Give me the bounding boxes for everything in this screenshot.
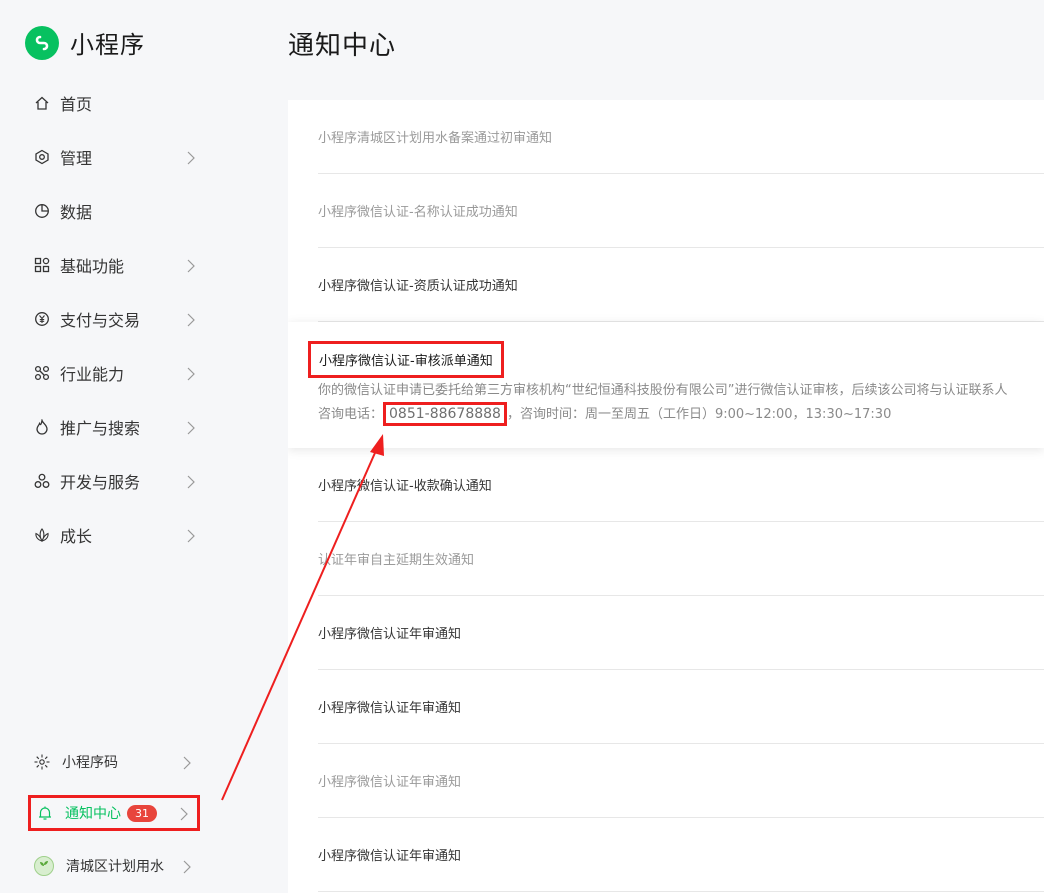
phone-number-highlighted: 0851-88678888 bbox=[383, 402, 507, 426]
sidebar: 小程序 首页 管理 数据 基础功能 支付与交易 行业能力 推广与搜索 开发与服务… bbox=[0, 0, 230, 893]
notification-title: 小程序清城区计划用水备案通过初审通知 bbox=[318, 131, 553, 146]
miniprogram-logo-icon bbox=[25, 25, 59, 60]
notification-title: 小程序微信认证年审通知 bbox=[318, 627, 462, 642]
manage-icon bbox=[34, 149, 50, 165]
sidebar-item-notifications[interactable]: 通知中心 31 bbox=[28, 795, 200, 831]
qrcode-sun-icon bbox=[34, 754, 50, 770]
home-icon bbox=[34, 95, 50, 111]
lotus-icon bbox=[34, 527, 50, 543]
sidebar-item-label: 推广与搜索 bbox=[60, 419, 141, 438]
sidebar-item-account[interactable]: 清城区计划用水 bbox=[28, 848, 200, 884]
notification-item[interactable]: 小程序微信认证年审通知 bbox=[318, 670, 1044, 744]
sidebar-item-data[interactable]: 数据 bbox=[34, 196, 204, 226]
flame-icon bbox=[34, 419, 50, 435]
sidebar-item-label: 基础功能 bbox=[60, 257, 125, 276]
sidebar-item-payment[interactable]: 支付与交易 bbox=[34, 304, 204, 334]
chevron-right-icon bbox=[182, 756, 192, 774]
notification-item[interactable]: 小程序清城区计划用水备案通过初审通知 bbox=[318, 100, 1044, 174]
sidebar-item-qrcode[interactable]: 小程序码 bbox=[28, 744, 200, 780]
chevron-right-icon bbox=[186, 474, 196, 493]
sidebar-item-label: 通知中心 bbox=[65, 806, 121, 822]
chevron-right-icon bbox=[186, 528, 196, 547]
notification-title: 小程序微信认证-名称认证成功通知 bbox=[318, 205, 518, 220]
notification-title-highlighted: 小程序微信认证-审核派单通知 bbox=[308, 341, 504, 378]
chevron-right-icon bbox=[186, 366, 196, 385]
notification-title: 认证年审自主延期生效通知 bbox=[318, 553, 475, 568]
notification-item[interactable]: 小程序微信认证年审通知 bbox=[318, 818, 1044, 892]
industry-icon bbox=[34, 365, 50, 381]
sidebar-item-label: 成长 bbox=[60, 527, 93, 546]
page-title: 通知中心 bbox=[288, 31, 397, 61]
brand-name: 小程序 bbox=[70, 31, 145, 59]
notification-title: 小程序微信认证年审通知 bbox=[318, 849, 462, 864]
notification-item[interactable]: 认证年审自主延期生效通知 bbox=[318, 522, 1044, 596]
chevron-right-icon bbox=[179, 807, 189, 825]
chevron-right-icon bbox=[186, 258, 196, 277]
notification-title: 小程序微信认证年审通知 bbox=[318, 775, 462, 790]
sidebar-item-label: 支付与交易 bbox=[60, 311, 141, 330]
notification-title: 小程序微信认证-收款确认通知 bbox=[318, 479, 492, 494]
notification-item[interactable]: 小程序微信认证-收款确认通知 bbox=[318, 448, 1044, 522]
chevron-right-icon bbox=[186, 312, 196, 331]
chevron-right-icon bbox=[186, 420, 196, 439]
bell-icon bbox=[37, 805, 53, 821]
notification-item[interactable]: 小程序微信认证年审通知 bbox=[318, 744, 1044, 818]
sidebar-item-manage[interactable]: 管理 bbox=[34, 142, 204, 172]
yuan-icon bbox=[34, 311, 50, 327]
brand[interactable]: 小程序 bbox=[25, 25, 145, 60]
sidebar-item-label: 清城区计划用水 bbox=[66, 859, 164, 875]
sidebar-item-label: 小程序码 bbox=[62, 755, 118, 771]
sidebar-item-dev[interactable]: 开发与服务 bbox=[34, 466, 204, 496]
sidebar-item-basic[interactable]: 基础功能 bbox=[34, 250, 204, 280]
notification-body-text: 你的微信认证申请已委托给第三方审核机构“世纪恒通科技股份有限公司”进行微信认证审… bbox=[318, 383, 1008, 398]
dev-icon bbox=[34, 473, 50, 489]
phone-label: 咨询电话： bbox=[318, 407, 384, 422]
notification-list: 小程序清城区计划用水备案通过初审通知 小程序微信认证-名称认证成功通知 小程序微… bbox=[288, 100, 1044, 893]
chevron-right-icon bbox=[186, 150, 196, 169]
grid-icon bbox=[34, 257, 50, 273]
notification-item[interactable]: 小程序微信认证年审通知 bbox=[318, 596, 1044, 670]
consult-hours: ，咨询时间：周一至周五（工作日）9:00~12:00，13:30~17:30 bbox=[506, 407, 892, 422]
sidebar-item-industry[interactable]: 行业能力 bbox=[34, 358, 204, 388]
unread-count-badge: 31 bbox=[127, 804, 157, 822]
notification-title: 小程序微信认证年审通知 bbox=[318, 701, 462, 716]
sidebar-item-label: 数据 bbox=[60, 203, 93, 222]
notification-contact-line: 咨询电话： 0851-88678888 ，咨询时间：周一至周五（工作日）9:00~1… bbox=[318, 402, 1044, 426]
sidebar-item-promotion[interactable]: 推广与搜索 bbox=[34, 412, 204, 442]
chevron-right-icon bbox=[182, 860, 192, 878]
sidebar-item-label: 行业能力 bbox=[60, 365, 125, 384]
account-avatar bbox=[34, 856, 54, 876]
sidebar-item-home[interactable]: 首页 bbox=[34, 88, 204, 118]
sidebar-item-label: 管理 bbox=[60, 149, 93, 168]
notification-title: 小程序微信认证-资质认证成功通知 bbox=[318, 279, 518, 294]
notification-item[interactable]: 小程序微信认证-资质认证成功通知 bbox=[318, 248, 1044, 322]
notification-item-expanded[interactable]: 小程序微信认证-审核派单通知 你的微信认证申请已委托给第三方审核机构“世纪恒通科… bbox=[288, 322, 1044, 448]
notification-item[interactable]: 小程序微信认证-名称认证成功通知 bbox=[318, 174, 1044, 248]
sidebar-item-label: 首页 bbox=[60, 95, 93, 114]
pie-chart-icon bbox=[34, 203, 50, 219]
notification-body: 你的微信认证申请已委托给第三方审核机构“世纪恒通科技股份有限公司”进行微信认证审… bbox=[318, 380, 1044, 426]
sidebar-item-growth[interactable]: 成长 bbox=[34, 520, 204, 550]
sidebar-item-label: 开发与服务 bbox=[60, 473, 141, 492]
